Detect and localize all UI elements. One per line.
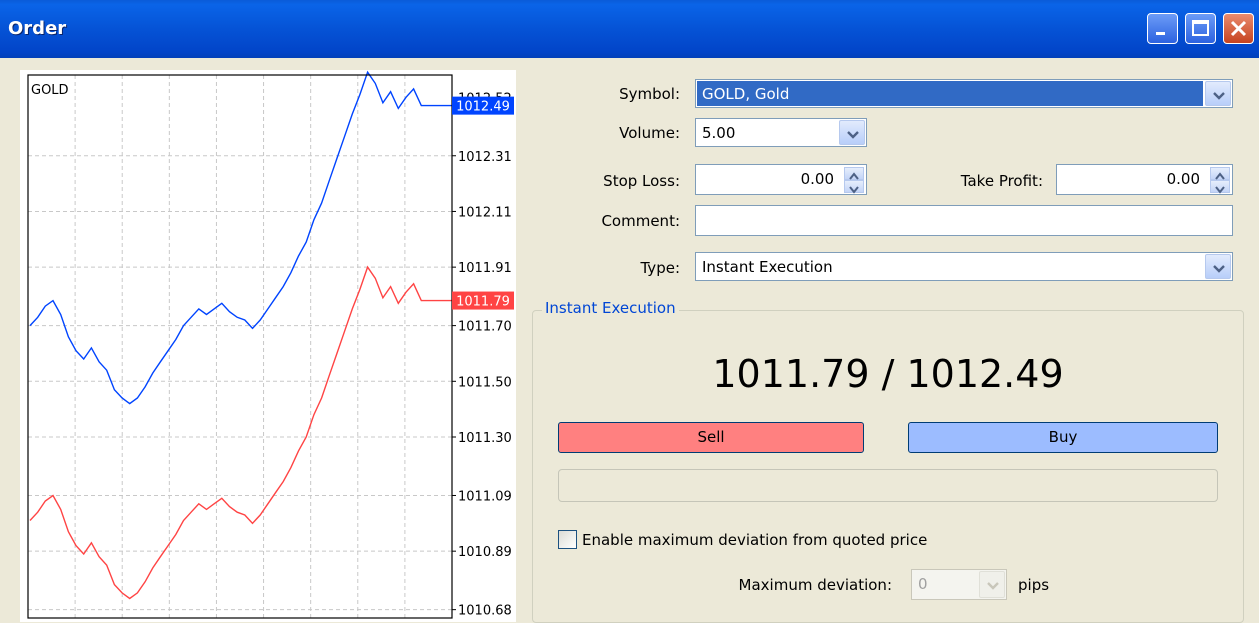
y-tick-label: 1011.30 bbox=[458, 431, 512, 446]
take-profit-label: Take Profit: bbox=[960, 172, 1043, 190]
chart-symbol-label: GOLD bbox=[31, 83, 69, 98]
y-tick-label: 1011.50 bbox=[458, 375, 512, 390]
bid-price-tag: 1011.79 bbox=[452, 291, 514, 310]
max-deviation-label: Maximum deviation: bbox=[738, 576, 892, 594]
maximize-icon bbox=[1192, 20, 1209, 36]
max-deviation-value: 0 bbox=[918, 575, 928, 593]
volume-label: Volume: bbox=[619, 124, 680, 142]
y-tick-label: 1010.68 bbox=[458, 604, 512, 619]
max-deviation-combo: 0 bbox=[911, 569, 1007, 600]
stop-loss-label: Stop Loss: bbox=[603, 172, 680, 190]
ask-price-tag: 1012.49 bbox=[452, 96, 514, 115]
svg-text:1012.49: 1012.49 bbox=[456, 100, 510, 115]
enable-deviation-label[interactable]: Enable maximum deviation from quoted pri… bbox=[582, 531, 927, 549]
type-value: Instant Execution bbox=[702, 258, 833, 276]
minimize-button[interactable] bbox=[1147, 13, 1178, 44]
y-tick-label: 1010.89 bbox=[458, 545, 512, 560]
close-button[interactable] bbox=[1223, 13, 1254, 44]
symbol-label: Symbol: bbox=[619, 85, 680, 103]
bid-ask-quote: 1011.79 / 1012.49 bbox=[712, 352, 1064, 396]
price-chart: 1012.31 1012.11 1011.91 1011.70 1011.50 1011.… bbox=[20, 70, 516, 622]
stop-loss-value: 0.00 bbox=[800, 170, 834, 188]
type-dropdown-button[interactable] bbox=[1205, 254, 1231, 279]
volume-combo[interactable]: 5.00 bbox=[695, 118, 867, 147]
buy-button[interactable]: Buy bbox=[908, 422, 1218, 453]
chevron-down-icon bbox=[1213, 265, 1225, 273]
maximize-button[interactable] bbox=[1185, 13, 1216, 44]
take-profit-stepper[interactable]: 0.00 bbox=[1056, 164, 1233, 195]
take-profit-spinner[interactable] bbox=[1210, 167, 1230, 194]
title-bar: Order bbox=[0, 0, 1259, 58]
symbol-dropdown-button[interactable] bbox=[1205, 81, 1231, 106]
chevron-down-icon bbox=[1213, 92, 1225, 100]
volume-value: 5.00 bbox=[702, 124, 736, 142]
volume-dropdown-button[interactable] bbox=[839, 120, 865, 145]
sell-button[interactable]: Sell bbox=[558, 422, 864, 453]
max-deviation-dropdown-button bbox=[979, 571, 1005, 598]
type-select[interactable]: Instant Execution bbox=[695, 252, 1233, 281]
spin-up-icon[interactable] bbox=[1210, 167, 1230, 180]
spin-up-icon[interactable] bbox=[844, 167, 864, 180]
svg-text:1011.79: 1011.79 bbox=[456, 295, 510, 310]
y-tick-label: 1011.70 bbox=[458, 320, 512, 335]
y-tick-label: 1011.09 bbox=[458, 489, 512, 504]
comment-label: Comment: bbox=[601, 212, 680, 230]
y-tick-label: 1012.11 bbox=[458, 205, 512, 220]
enable-deviation-checkbox[interactable] bbox=[558, 530, 577, 549]
chevron-down-icon bbox=[987, 582, 999, 590]
comment-field[interactable] bbox=[695, 205, 1233, 236]
execution-progress-bar bbox=[558, 469, 1218, 502]
y-tick-label: 1012.31 bbox=[458, 150, 512, 165]
stop-loss-stepper[interactable]: 0.00 bbox=[695, 164, 867, 195]
close-icon bbox=[1230, 20, 1247, 37]
window-title: Order bbox=[8, 18, 67, 39]
stop-loss-spinner[interactable] bbox=[844, 167, 864, 194]
spin-down-icon[interactable] bbox=[844, 180, 864, 194]
group-title: Instant Execution bbox=[542, 299, 679, 317]
y-tick-label: 1011.91 bbox=[458, 261, 512, 276]
minimize-icon bbox=[1156, 32, 1165, 35]
chevron-down-icon bbox=[847, 131, 859, 139]
symbol-value: GOLD, Gold bbox=[702, 85, 790, 103]
take-profit-value: 0.00 bbox=[1166, 170, 1200, 188]
symbol-select[interactable]: GOLD, Gold bbox=[695, 79, 1233, 108]
spin-down-icon[interactable] bbox=[1210, 180, 1230, 194]
pips-label: pips bbox=[1018, 576, 1050, 594]
type-label: Type: bbox=[640, 259, 680, 277]
